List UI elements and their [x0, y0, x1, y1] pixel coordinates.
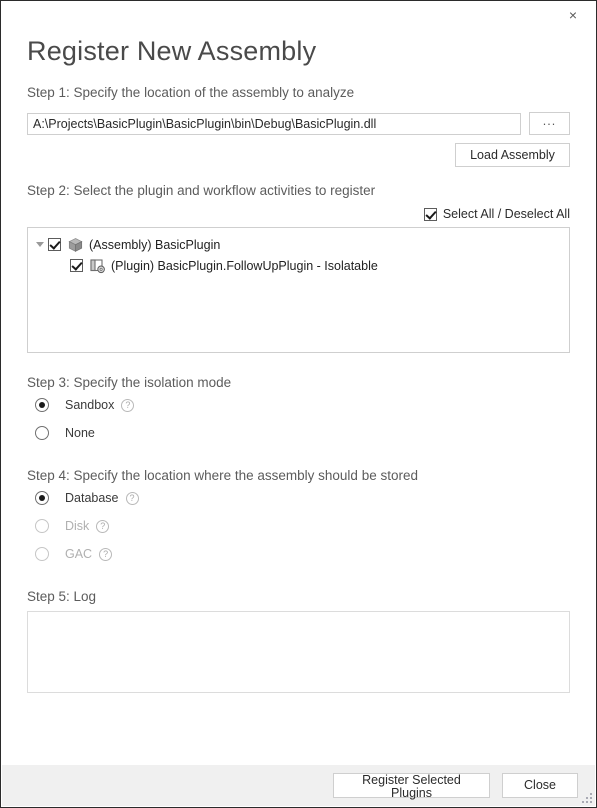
load-assembly-button[interactable]: Load Assembly — [455, 143, 570, 167]
help-icon-disk[interactable]: ? — [96, 519, 110, 533]
assembly-package-icon — [67, 237, 84, 253]
page-title: Register New Assembly — [27, 36, 317, 66]
tree-label-plugin: (Plugin) BasicPlugin.FollowUpPlugin - Is… — [111, 258, 378, 273]
help-icon-gac[interactable]: ? — [99, 547, 113, 561]
radio-gac — [35, 547, 49, 561]
load-assembly-row: Load Assembly — [27, 143, 570, 167]
assembly-checkbox[interactable] — [48, 238, 61, 251]
radio-none[interactable] — [35, 426, 49, 440]
step5-label: Step 5: Log — [27, 589, 97, 604]
register-new-assembly-dialog: × Register New Assembly Step 1: Specify … — [0, 0, 597, 808]
select-all-checkbox[interactable] — [423, 207, 437, 221]
tree-label-assembly: (Assembly) BasicPlugin — [89, 237, 221, 252]
assembly-path-row: ... — [27, 112, 570, 135]
radio-database[interactable] — [35, 491, 49, 505]
help-icon-sandbox[interactable]: ? — [121, 398, 135, 412]
resize-grip-icon[interactable] — [580, 791, 592, 803]
radio-row-database[interactable]: Database ? — [27, 485, 570, 511]
plugin-tree-view[interactable]: (Assembly) BasicPlugin (Plugin) BasicPlu… — [27, 227, 570, 353]
register-selected-plugins-button[interactable]: Register Selected Plugins — [333, 773, 490, 799]
select-all-label: Select All / Deselect All — [442, 207, 570, 221]
plugin-checkbox[interactable] — [70, 259, 83, 272]
close-button[interactable]: Close — [502, 773, 578, 798]
step3-label: Step 3: Specify the isolation mode — [27, 375, 232, 390]
radio-label-disk: Disk — [65, 519, 90, 533]
assembly-path-input[interactable] — [27, 112, 521, 135]
radio-row-gac: GAC ? — [27, 541, 570, 567]
dialog-content: Register New Assembly Step 1: Specify th… — [1, 29, 596, 765]
radio-label-database: Database — [65, 491, 119, 505]
select-all-row[interactable]: Select All / Deselect All — [27, 207, 570, 221]
browse-button[interactable]: ... — [529, 112, 570, 135]
radio-row-none[interactable]: None — [27, 420, 570, 446]
help-icon-database[interactable]: ? — [125, 491, 139, 505]
step2-label: Step 2: Select the plugin and workflow a… — [27, 183, 376, 198]
radio-label-sandbox: Sandbox — [65, 398, 115, 412]
dialog-footer: Register Selected Plugins Close — [2, 765, 595, 806]
radio-disk — [35, 519, 49, 533]
chevron-down-icon[interactable] — [32, 242, 48, 247]
plugin-gear-icon — [89, 258, 106, 274]
radio-row-sandbox[interactable]: Sandbox ? — [27, 392, 570, 418]
step1-label: Step 1: Specify the location of the asse… — [27, 85, 355, 100]
log-output-box[interactable] — [27, 611, 570, 693]
radio-label-none: None — [65, 426, 95, 440]
radio-sandbox[interactable] — [35, 398, 49, 412]
tree-row-assembly[interactable]: (Assembly) BasicPlugin — [32, 234, 565, 255]
tree-row-plugin[interactable]: (Plugin) BasicPlugin.FollowUpPlugin - Is… — [32, 255, 565, 276]
title-bar: × — [1, 1, 596, 29]
radio-label-gac: GAC — [65, 547, 93, 561]
step4-label: Step 4: Specify the location where the a… — [27, 468, 418, 483]
close-icon[interactable]: × — [551, 2, 595, 28]
radio-row-disk: Disk ? — [27, 513, 570, 539]
